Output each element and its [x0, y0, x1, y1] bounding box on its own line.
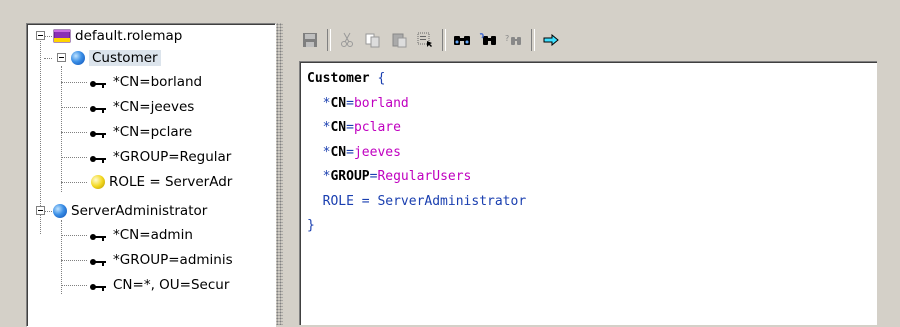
tree-guide — [61, 285, 87, 286]
rolemap-file-icon — [53, 28, 71, 44]
key-icon — [89, 152, 107, 163]
tree-item-label: Customer — [89, 50, 161, 66]
role-icon — [71, 51, 85, 65]
collapse-serveradministrator-button[interactable] — [36, 206, 45, 215]
code-line: } — [307, 214, 877, 239]
tree-guide — [61, 157, 87, 158]
entry-key: CN — [330, 144, 347, 160]
collapse-root-button[interactable] — [36, 31, 45, 40]
tree-item-label: default.rolemap — [75, 28, 183, 44]
code-line: *CN=jeeves — [307, 141, 877, 166]
tree-guide — [61, 182, 87, 183]
code-line: *CN=pclare — [307, 116, 877, 141]
toolbar-separator — [531, 29, 535, 51]
role-tree[interactable]: default.rolemap Customer *CN=borland *CN… — [26, 23, 276, 327]
code-editor[interactable]: Customer { *CN=borland *CN=pclare *CN=je… — [299, 61, 877, 325]
paste-icon[interactable] — [388, 29, 410, 51]
tree-guide — [61, 260, 87, 261]
find-next-icon[interactable]: ? — [503, 29, 525, 51]
entry-key: CN — [330, 120, 347, 135]
tree-item-member[interactable]: *CN=borland — [89, 70, 202, 94]
svg-text:?: ? — [505, 34, 509, 43]
key-icon — [89, 102, 107, 113]
tree-guide — [61, 235, 87, 236]
tree-guide — [44, 36, 52, 37]
tree-guide — [40, 38, 41, 234]
entry-value: jeeves — [353, 144, 401, 160]
tree-guide — [61, 132, 87, 133]
code-line: ROLE = ServerAdministrator — [307, 190, 877, 215]
select-all-icon[interactable] — [414, 29, 436, 51]
tree-guide — [44, 211, 52, 212]
tree-item-label: CN=*, OU=Secur — [113, 277, 230, 293]
tree-item-role-ref[interactable]: ROLE = ServerAdr — [91, 170, 232, 194]
toolbar-separator — [442, 29, 446, 51]
key-icon — [89, 230, 107, 241]
tree-item-customer[interactable]: Customer — [71, 46, 161, 70]
entry-value: RegularUsers — [377, 169, 472, 184]
key-icon — [89, 255, 107, 266]
entry-key: GROUP — [330, 169, 370, 184]
tree-item-member[interactable]: *CN=jeeves — [89, 95, 194, 119]
splitter-handle[interactable] — [276, 23, 283, 325]
role-name: Customer — [307, 71, 370, 86]
tree-item-member[interactable]: *GROUP=Regular — [89, 145, 231, 169]
goto-icon[interactable] — [540, 29, 562, 51]
role-reference: ROLE = ServerAdministrator — [322, 193, 527, 209]
tree-item-serveradministrator[interactable]: ServerAdministrator — [53, 199, 207, 223]
tree-item-label: ROLE = ServerAdr — [109, 174, 233, 190]
tree-guide — [61, 82, 87, 83]
save-icon[interactable] — [299, 29, 321, 51]
tree-guide — [44, 58, 52, 59]
key-icon — [89, 280, 107, 291]
find-icon[interactable] — [451, 29, 473, 51]
key-icon — [89, 77, 107, 88]
collapse-customer-button[interactable] — [57, 53, 66, 62]
tree-item-label: *CN=pclare — [113, 124, 193, 140]
copy-icon[interactable] — [362, 29, 384, 51]
tree-item-label: *GROUP=adminis — [113, 252, 233, 268]
equals-sign: = — [346, 120, 354, 135]
toolbar-separator — [327, 29, 331, 51]
tree-guide — [61, 107, 87, 108]
tree-item-member[interactable]: CN=*, OU=Secur — [89, 273, 229, 297]
equals-sign: = — [346, 95, 354, 111]
editor-panel: ? Customer { *CN=borland *CN=pclare *CN=… — [285, 23, 877, 325]
tree-item-member[interactable]: *CN=admin — [89, 223, 193, 247]
close-brace: } — [307, 218, 315, 233]
tree-item-label: ServerAdministrator — [71, 203, 208, 219]
code-line: *GROUP=RegularUsers — [307, 165, 877, 190]
tree-item-label: *CN=admin — [113, 227, 193, 243]
tree-guide — [61, 220, 62, 294]
tree-item-label: *GROUP=Regular — [113, 149, 232, 165]
entry-value: pclare — [353, 120, 401, 135]
tree-item-member[interactable]: *CN=pclare — [89, 120, 192, 144]
cut-icon[interactable] — [336, 29, 358, 51]
find-replace-icon[interactable] — [477, 29, 499, 51]
code-line: Customer { — [307, 67, 877, 92]
tree-item-label: *CN=borland — [113, 74, 203, 90]
tree-guide — [61, 66, 62, 192]
tree-item-member[interactable]: *GROUP=adminis — [89, 248, 233, 272]
key-icon — [89, 127, 107, 138]
tree-item-label: *CN=jeeves — [113, 99, 195, 115]
role-icon — [53, 204, 67, 218]
entry-value: borland — [353, 95, 409, 111]
role-map-editor-window: default.rolemap Customer *CN=borland *CN… — [17, 15, 883, 327]
tree-item-root[interactable]: default.rolemap — [53, 24, 182, 48]
entry-key: CN — [330, 95, 347, 111]
role-ref-icon — [91, 175, 105, 189]
open-brace: { — [377, 71, 386, 86]
equals-sign: = — [346, 144, 354, 160]
code-line: *CN=borland — [307, 92, 877, 117]
editor-toolbar: ? — [285, 23, 877, 57]
